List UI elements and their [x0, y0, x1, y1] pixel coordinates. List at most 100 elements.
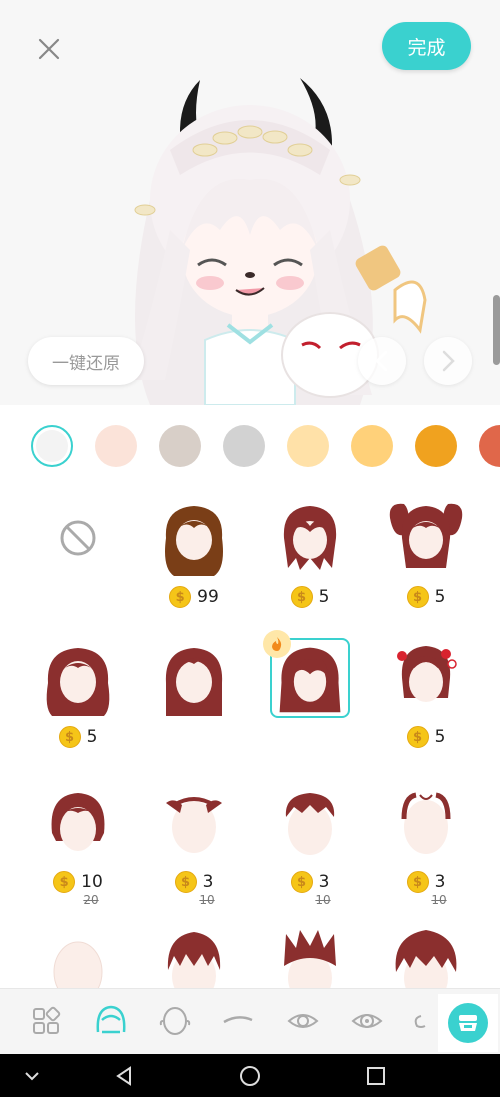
color-swatch-3[interactable]: [159, 425, 201, 467]
price-value: 5: [434, 587, 446, 607]
hair-item-receding-combover[interactable]: $ 3 10: [368, 775, 484, 925]
eye-detail-icon: [351, 1014, 383, 1028]
back-button[interactable]: [110, 1062, 138, 1090]
original-price: 10: [199, 893, 215, 907]
color-swatch-4[interactable]: [223, 425, 265, 467]
price-value: 99: [197, 587, 219, 607]
hair-item-spiky-short[interactable]: [136, 918, 252, 988]
grid-icon: [33, 1006, 61, 1034]
hair-item-pigtails[interactable]: $ 5: [368, 490, 484, 640]
spiky-short-hair-icon: [167, 932, 221, 988]
previous-button[interactable]: [358, 337, 406, 385]
hair-item-short-messy[interactable]: $ 3 10: [252, 775, 368, 925]
ear-icon: [414, 1015, 426, 1028]
pigtails-hair-icon: [389, 503, 463, 568]
hair-item-bob[interactable]: $ 10 20: [20, 775, 136, 925]
price-value: 5: [86, 727, 98, 747]
close-button[interactable]: [30, 30, 68, 68]
hair-item-shaggy-long[interactable]: $ 5: [252, 490, 368, 640]
chevron-left-icon: [375, 350, 388, 372]
price-value: 3: [434, 872, 446, 892]
price-tag: $ 5: [20, 722, 136, 752]
bald-head-icon: [53, 941, 103, 988]
flower-bun-hair-icon: [397, 646, 457, 702]
back-icon: [116, 1066, 131, 1086]
price-value: 5: [318, 587, 330, 607]
side-pull-tab[interactable]: [493, 295, 500, 365]
face-shape-icon: [159, 1007, 191, 1035]
eye-icon: [287, 1014, 319, 1028]
system-navigation-bar: [0, 1054, 500, 1097]
color-swatch-2[interactable]: [95, 425, 137, 467]
hair-item-long-wavy[interactable]: $ 99: [136, 490, 252, 640]
combover-hair-icon: [401, 792, 451, 854]
long-wavy-hair-icon: [165, 506, 223, 576]
wavy-long-hair-icon: [46, 648, 110, 716]
original-price: 10: [315, 893, 331, 907]
beard-icon: [459, 1015, 477, 1031]
coin-icon: $: [406, 586, 429, 608]
price-tag: $ 5: [368, 582, 484, 612]
coin-icon: $: [290, 586, 313, 608]
color-swatch-7[interactable]: [415, 425, 457, 467]
hair-item-none[interactable]: [20, 490, 136, 640]
close-icon: [38, 38, 60, 60]
price-value: 5: [434, 727, 446, 747]
home-button[interactable]: [236, 1062, 264, 1090]
color-swatch-1[interactable]: [31, 425, 73, 467]
straight-long-hair-icon: [165, 648, 223, 716]
fluffy-spiky-hair-icon: [395, 930, 457, 988]
original-price: 10: [431, 893, 447, 907]
avatar-editor-screen: 完成 一键还原 $ 99 $ 5 $ 5 $ 5 $ 5 $ 10 20 $ 3…: [0, 0, 500, 1097]
reset-button[interactable]: 一键还原: [28, 337, 144, 385]
tab-beard[interactable]: [438, 994, 498, 1052]
color-swatch-6[interactable]: [351, 425, 393, 467]
tab-eyes[interactable]: [285, 1003, 321, 1039]
price-tag: $ 99: [136, 582, 252, 612]
hair-item-spiky-up[interactable]: [252, 918, 368, 988]
hide-keyboard-button[interactable]: [18, 1062, 46, 1090]
coin-icon: $: [406, 871, 429, 893]
beard-tab-circle: [448, 1003, 488, 1043]
home-icon: [240, 1066, 260, 1086]
chevron-down-icon: [25, 1072, 39, 1081]
bob-hair-icon: [51, 793, 105, 851]
color-swatch-8[interactable]: [479, 425, 500, 467]
hair-item-bald[interactable]: [20, 918, 136, 988]
hair-item-wavy-long[interactable]: $ 5: [20, 630, 136, 780]
done-button[interactable]: 完成: [382, 22, 471, 70]
hot-badge-icon: [263, 630, 291, 658]
category-tab-bar: [0, 988, 500, 1054]
shaggy-hair-icon: [283, 506, 337, 570]
eyebrow-icon: [223, 1016, 253, 1024]
tab-hair[interactable]: [93, 1003, 129, 1039]
recents-button[interactable]: [362, 1062, 390, 1090]
hair-item-fluffy-spiky[interactable]: [368, 918, 484, 988]
coin-icon: $: [174, 871, 197, 893]
next-button[interactable]: [424, 337, 472, 385]
tab-eye-detail[interactable]: [349, 1003, 385, 1039]
hair-item-flower-bun[interactable]: $ 5: [368, 630, 484, 780]
tab-face-shape[interactable]: [157, 1003, 193, 1039]
tab-ears[interactable]: [410, 1003, 430, 1039]
tab-eyebrows[interactable]: [220, 1003, 256, 1039]
recents-icon: [367, 1067, 385, 1085]
coin-icon: $: [290, 871, 313, 893]
avatar-preview: 完成 一键还原: [0, 0, 500, 405]
no-style-icon: [60, 520, 96, 556]
hairstyle-grid: $ 99 $ 5 $ 5 $ 5 $ 5 $ 10 20 $ 3 10 $ 3 …: [0, 490, 500, 988]
hair-item-sideburns-bald[interactable]: $ 3 10: [136, 775, 252, 925]
coin-icon: $: [169, 586, 192, 608]
price-value: 10: [81, 872, 103, 892]
coin-icon: $: [53, 871, 76, 893]
price-value: 3: [318, 872, 330, 892]
spiky-up-hair-icon: [284, 930, 336, 988]
original-price: 20: [83, 893, 99, 907]
coin-icon: $: [58, 726, 81, 748]
price-tag: $ 5: [252, 582, 368, 612]
color-swatch-5[interactable]: [287, 425, 329, 467]
hair-item-straight-long[interactable]: [136, 630, 252, 780]
coin-icon: $: [406, 726, 429, 748]
tab-all[interactable]: [28, 1003, 64, 1039]
hair-color-picker: [0, 405, 500, 489]
